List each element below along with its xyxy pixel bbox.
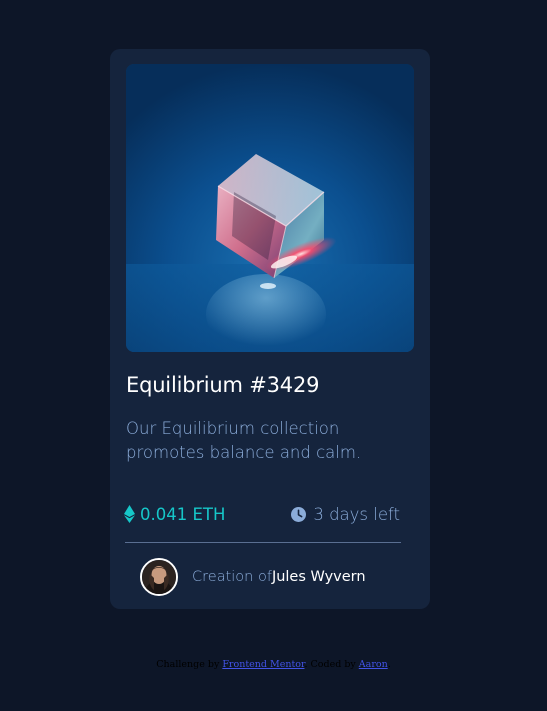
- divider: [125, 542, 401, 543]
- attribution-suffix: .: [387, 659, 391, 670]
- attribution: Challenge by Frontend Mentor. Coded by A…: [0, 659, 547, 670]
- nft-title[interactable]: Equilibrium #3429: [126, 369, 416, 401]
- time-remaining: 3 days left: [291, 501, 400, 527]
- author-link[interactable]: Aaron: [359, 659, 388, 670]
- avatar-image: [142, 560, 176, 594]
- attribution-prefix: Challenge by: [156, 659, 220, 670]
- frontend-mentor-link[interactable]: Frontend Mentor: [222, 659, 304, 670]
- cube-illustration: [126, 64, 414, 352]
- attribution-middle: . Coded by: [304, 659, 356, 670]
- clock-icon: [291, 506, 307, 522]
- avatar: [140, 558, 178, 596]
- creator-name-link[interactable]: Jules Wyvern: [272, 569, 366, 585]
- time-left-value: 3 days left: [313, 504, 400, 524]
- creator-text: Creation ofJules Wyvern: [192, 569, 366, 585]
- price: 0.041 ETH: [124, 501, 225, 527]
- nft-stats: 0.041 ETH 3 days left: [124, 501, 416, 527]
- price-value: 0.041 ETH: [140, 504, 226, 524]
- nft-description: Our Equilibrium collection promotes bala…: [126, 419, 362, 462]
- creator-row: Creation ofJules Wyvern: [140, 558, 366, 596]
- ethereum-icon: [124, 505, 135, 523]
- nft-card: Equilibrium #3429 Our Equilibrium collec…: [110, 49, 430, 609]
- creator-prefix: Creation of: [192, 569, 272, 585]
- equilibrium-image[interactable]: [126, 64, 414, 352]
